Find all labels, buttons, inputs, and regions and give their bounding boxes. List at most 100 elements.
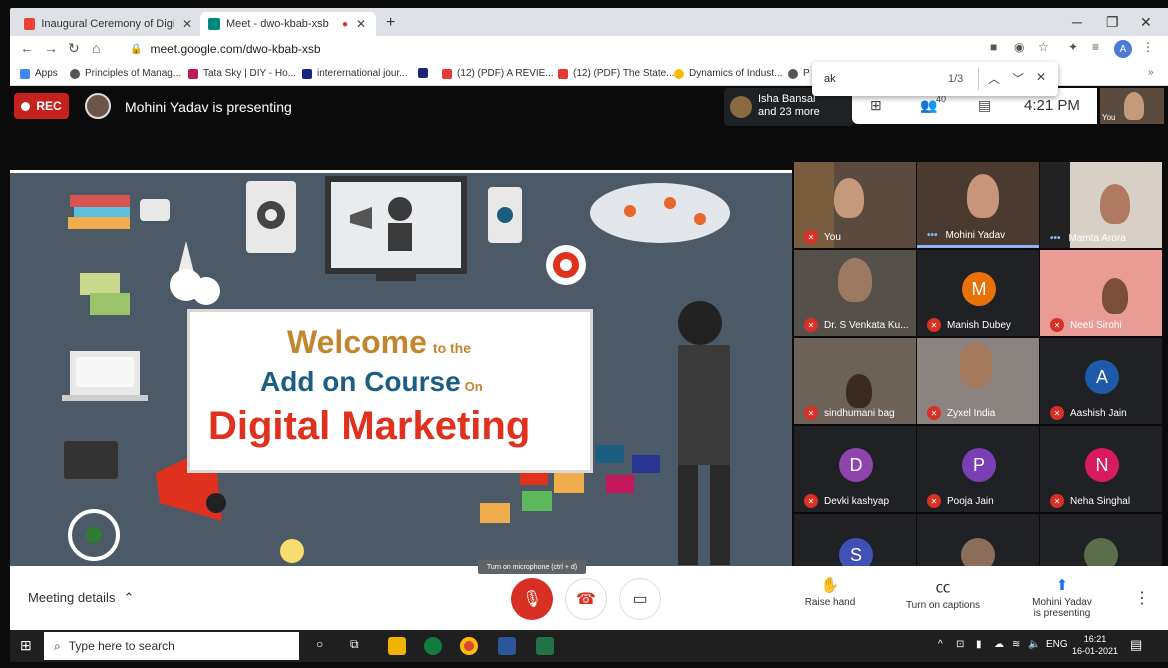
mic-toggle-button[interactable]: 🎙 xyxy=(511,578,553,620)
reading-list-icon[interactable]: ≡ xyxy=(1092,40,1099,54)
menu-icon[interactable]: ⋮ xyxy=(1142,40,1154,54)
mic-off-icon: ✕ xyxy=(1050,318,1064,332)
back-icon[interactable]: ← xyxy=(20,40,34,56)
taskbar-search[interactable]: ⌕ Type here to search xyxy=(44,632,299,660)
task-view-icon[interactable]: ⧉ xyxy=(350,637,359,652)
minimize-icon[interactable]: ─ xyxy=(1072,14,1082,30)
mic-off-icon: ✕ xyxy=(804,494,818,508)
participant-tile[interactable]: M ✕ Manish Dubey xyxy=(917,250,1039,336)
tab-meet[interactable]: Meet - dwo-kbab-xsb ● ✕ xyxy=(200,12,376,36)
more-options-icon[interactable]: ⋮ xyxy=(1134,588,1150,608)
leave-call-button[interactable]: ☎ xyxy=(565,578,607,620)
word-icon[interactable] xyxy=(498,637,516,655)
raise-hand-button[interactable]: ✋ Raise hand xyxy=(802,576,858,608)
find-input[interactable]: ak xyxy=(824,73,836,85)
tray-chevron-icon[interactable]: ^ xyxy=(938,639,943,650)
volume-icon[interactable]: 🔈 xyxy=(1028,639,1040,650)
screen-share-icon[interactable]: ◉ xyxy=(1014,40,1024,54)
participant-tile[interactable]: ••• Mohini Yadav xyxy=(917,162,1039,248)
forward-icon[interactable]: → xyxy=(44,40,58,56)
usb-icon[interactable]: ▮ xyxy=(976,639,982,650)
gmail-icon xyxy=(24,18,36,30)
bookmark-apps[interactable]: Apps xyxy=(20,68,58,79)
mic-off-icon: 🎙 xyxy=(521,591,543,608)
participant-tile[interactable]: ✕ sindhumani bag xyxy=(794,338,916,424)
find-close-icon[interactable]: ✕ xyxy=(1036,70,1046,84)
participant-tile[interactable] xyxy=(1040,514,1162,566)
new-tab-button[interactable]: + xyxy=(386,14,395,32)
windows-start-icon[interactable]: ⊞ xyxy=(20,637,32,654)
name-label: Mohini Yadav xyxy=(945,230,1006,241)
camera-toggle-button[interactable]: ▭ xyxy=(619,578,661,620)
screen: Inaugural Ceremony of Digital M ✕ Meet -… xyxy=(0,0,1168,668)
people-icon[interactable]: 👥 xyxy=(920,97,937,114)
bookmark-tatasky[interactable]: Tata Sky | DIY - Ho... xyxy=(188,68,296,79)
meeting-details-button[interactable]: Meeting details ⌃ xyxy=(28,590,134,606)
bookmark-p[interactable]: P xyxy=(788,68,810,79)
camera-off-icon: ▭ xyxy=(632,591,648,608)
file-explorer-icon[interactable] xyxy=(388,637,406,655)
bookmark-principles[interactable]: Principles of Manag... xyxy=(70,68,181,79)
tray-app-icon[interactable]: ⊡ xyxy=(956,639,964,650)
home-icon[interactable]: ⌂ xyxy=(92,40,100,56)
avatar: A xyxy=(1085,360,1119,394)
participant-tile[interactable]: ✕ You xyxy=(794,162,916,248)
notification-text: Isha Bansal and 23 more xyxy=(758,93,820,119)
bookmark-pdf-state[interactable]: (12) (PDF) The State... xyxy=(558,68,675,79)
close-icon[interactable]: ✕ xyxy=(182,17,192,31)
person-figure xyxy=(1102,278,1128,314)
participant-name: ••• Mamta Arora xyxy=(1050,233,1126,244)
star-icon[interactable]: ☆ xyxy=(1038,40,1049,54)
close-icon[interactable]: ✕ xyxy=(356,17,366,31)
participant-name: ✕ Pooja Jain xyxy=(927,494,994,508)
wifi-icon[interactable]: ≋ xyxy=(1012,639,1020,650)
participant-tile[interactable]: ✕ Neeti Sirohi xyxy=(1040,250,1162,336)
participant-tile[interactable]: ✕ Zyxel India xyxy=(917,338,1039,424)
bookmark-blank[interactable] xyxy=(418,68,433,78)
more-bookmarks-icon[interactable]: » xyxy=(1148,67,1154,78)
reload-icon[interactable]: ↻ xyxy=(68,40,80,57)
person-figure xyxy=(967,174,999,218)
camera-icon[interactable]: ■ xyxy=(990,40,997,54)
find-prev-icon[interactable]: ︿ xyxy=(988,70,1000,87)
bookmark-pdf-review[interactable]: (12) (PDF) A REVIE... xyxy=(442,68,554,79)
captions-icon: ㏄ xyxy=(935,579,951,596)
participant-tile[interactable]: S xyxy=(794,514,916,566)
close-window-icon[interactable]: ✕ xyxy=(1140,14,1152,31)
bookmark-label: Tata Sky | DIY - Ho... xyxy=(203,68,296,79)
participant-tile[interactable]: ✕ Dr. S Venkata Ku... xyxy=(794,250,916,336)
extensions-icon[interactable]: ✦ xyxy=(1068,40,1078,54)
cortana-icon[interactable]: ○ xyxy=(316,637,323,651)
tab-title: Meet - dwo-kbab-xsb xyxy=(226,18,329,30)
participant-tile[interactable]: ••• Mamta Arora xyxy=(1040,162,1162,248)
bookmark-dynamics[interactable]: Dynamics of Indust... xyxy=(674,68,782,79)
captions-button[interactable]: ㏄ Turn on captions xyxy=(900,576,986,611)
language-indicator[interactable]: ENG xyxy=(1046,639,1068,650)
self-view-thumbnail[interactable]: You xyxy=(1100,88,1164,124)
bookmark-label: Principles of Manag... xyxy=(85,68,182,79)
find-next-icon[interactable]: ﹀ xyxy=(1012,70,1024,87)
participant-tile[interactable] xyxy=(917,514,1039,566)
rec-label: REC xyxy=(36,99,62,113)
bookmark-journal[interactable]: interernational jour... xyxy=(302,68,408,79)
participant-tile[interactable]: D ✕ Devki kashyap xyxy=(794,426,916,512)
profile-avatar[interactable]: A xyxy=(1114,40,1132,58)
onedrive-icon[interactable]: ☁ xyxy=(994,639,1004,650)
browser-tabstrip: Inaugural Ceremony of Digital M ✕ Meet -… xyxy=(10,8,1168,36)
name-label: You xyxy=(824,231,841,243)
chrome-icon[interactable] xyxy=(460,637,478,655)
chat-icon[interactable]: ▤ xyxy=(978,97,991,114)
taskbar-clock[interactable]: 16:21 16-01-2021 xyxy=(1072,633,1118,657)
participant-tile[interactable]: P ✕ Pooja Jain xyxy=(917,426,1039,512)
participant-tile[interactable]: N ✕ Neha Singhal xyxy=(1040,426,1162,512)
tab-inaugural[interactable]: Inaugural Ceremony of Digital M ✕ xyxy=(16,12,200,36)
edge-icon[interactable] xyxy=(424,637,442,655)
address-bar[interactable]: 🔒 meet.google.com/dwo-kbab-xsb xyxy=(120,39,1040,59)
participant-name: ✕ Neha Singhal xyxy=(1050,494,1130,508)
maximize-icon[interactable]: ❐ xyxy=(1106,14,1119,31)
excel-icon[interactable] xyxy=(536,637,554,655)
participant-tile[interactable]: A ✕ Aashish Jain xyxy=(1040,338,1162,424)
notifications-icon[interactable]: ▤ xyxy=(1130,637,1142,653)
present-now-button[interactable]: ⬆ Mohini Yadav is presenting xyxy=(1026,576,1098,619)
layout-icon[interactable]: ⊞ xyxy=(870,97,882,114)
